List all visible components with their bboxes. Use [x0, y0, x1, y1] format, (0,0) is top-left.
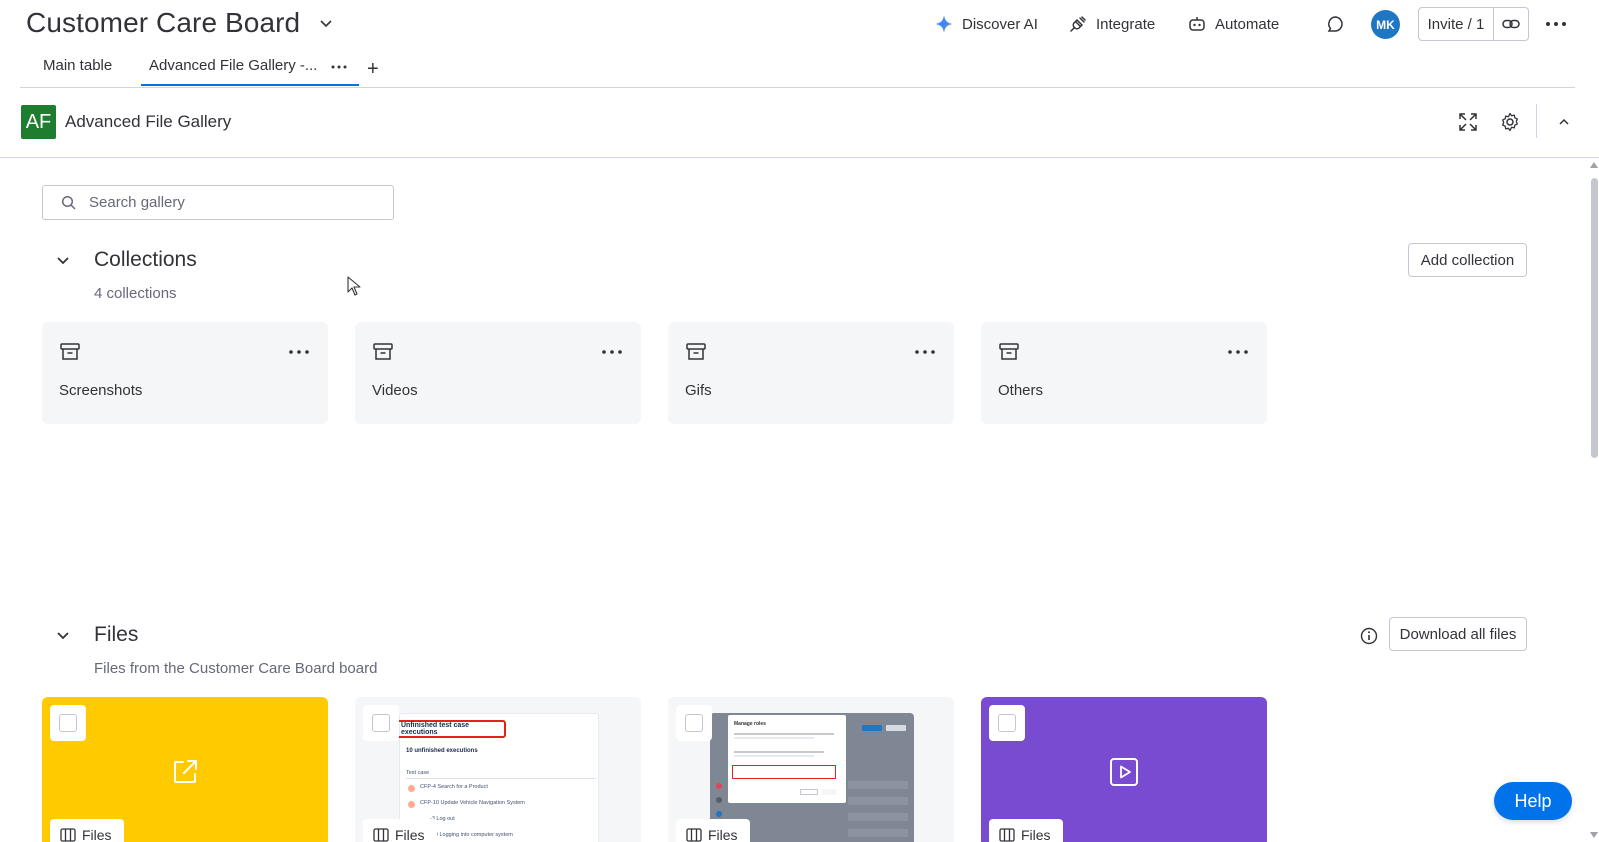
- scroll-down-arrow[interactable]: [1590, 832, 1598, 838]
- preview-column: Test case: [406, 770, 430, 776]
- integrate-button[interactable]: Integrate: [1068, 10, 1155, 38]
- archive-icon: [373, 343, 393, 360]
- preview-row: -49 Logging into computer system: [430, 832, 513, 838]
- search-icon: [61, 195, 76, 210]
- gear-icon: [1502, 112, 1518, 132]
- files-subtitle: Files from the Customer Care Board board: [94, 660, 378, 677]
- app-name: Advanced File Gallery: [65, 112, 232, 131]
- file-card-screenshot[interactable]: Unfinished test case executions 10 unfin…: [355, 697, 641, 842]
- discover-ai-label: Discover AI: [962, 15, 1038, 33]
- preview-row: CFP-4 Search for a Product: [420, 784, 488, 790]
- chevron-down-icon[interactable]: [318, 15, 334, 31]
- integrate-label: Integrate: [1096, 15, 1156, 33]
- file-badge-label: Files: [1021, 827, 1051, 842]
- collection-label: Screenshots: [59, 382, 143, 399]
- tab-main-table[interactable]: Main table: [43, 57, 112, 74]
- add-view-button[interactable]: +: [367, 58, 379, 81]
- chevron-up-icon: [1559, 118, 1569, 125]
- download-all-files-button[interactable]: Download all files: [1389, 617, 1527, 651]
- collections-collapse-icon[interactable]: [55, 252, 71, 268]
- discover-ai-button[interactable]: Discover AI: [934, 10, 1038, 38]
- file-badge: Files: [989, 819, 1063, 842]
- add-collection-button[interactable]: Add collection: [1408, 243, 1527, 277]
- file-card-link[interactable]: Files: [42, 697, 328, 842]
- board-icon: [60, 828, 76, 842]
- collection-options-icon[interactable]: [288, 348, 310, 356]
- board-icon: [999, 828, 1015, 842]
- mouse-cursor-icon: [347, 276, 361, 296]
- board-icon: [373, 828, 389, 842]
- ellipsis-icon: [1546, 22, 1566, 26]
- collapse-header-button[interactable]: [1552, 110, 1576, 134]
- files-title: Files: [94, 623, 139, 646]
- app-logo: AF: [21, 105, 56, 139]
- files-collapse-icon[interactable]: [55, 627, 71, 643]
- play-video-icon: [1110, 758, 1138, 786]
- collection-label: Videos: [372, 382, 418, 399]
- board-icon: [686, 828, 702, 842]
- external-link-icon: [174, 760, 197, 783]
- invite-group: Invite / 1: [1418, 7, 1529, 41]
- archive-icon: [60, 343, 80, 360]
- scrollbar-thumb[interactable]: [1591, 178, 1598, 458]
- top-bar: Customer Care Board Discover AI Integrat…: [0, 0, 1599, 48]
- collection-label: Others: [998, 382, 1044, 399]
- collection-options-icon[interactable]: [914, 348, 936, 356]
- collections-count: 4 collections: [94, 285, 177, 302]
- file-card-video[interactable]: Files: [981, 697, 1267, 842]
- expand-icon: [1459, 113, 1477, 131]
- avatar[interactable]: MK: [1371, 10, 1400, 39]
- file-card-screenshot[interactable]: Manage roles Files: [668, 697, 954, 842]
- app-header: AF Advanced File Gallery: [0, 88, 1599, 158]
- automate-label: Automate: [1215, 15, 1280, 33]
- collection-card-gifs[interactable]: Gifs: [668, 322, 954, 424]
- preview-row: CFP-10 Update Vehicle Navigation System: [420, 800, 525, 806]
- board-title[interactable]: Customer Care Board: [26, 7, 300, 39]
- file-checkbox[interactable]: [989, 705, 1025, 741]
- archive-icon: [686, 343, 706, 360]
- more-options-button[interactable]: [1544, 13, 1568, 35]
- chat-bubble-icon[interactable]: [1325, 14, 1345, 34]
- file-checkbox[interactable]: [676, 705, 712, 741]
- search-box: [42, 185, 394, 220]
- file-checkbox[interactable]: [363, 705, 399, 741]
- info-icon[interactable]: [1360, 627, 1378, 645]
- collection-label: Gifs: [685, 382, 712, 399]
- file-checkbox[interactable]: [50, 705, 86, 741]
- link-icon: [1502, 19, 1520, 29]
- copy-link-button[interactable]: [1494, 8, 1528, 40]
- file-badge: Files: [363, 819, 437, 842]
- collection-card-screenshots[interactable]: Screenshots: [42, 322, 328, 424]
- search-input[interactable]: [89, 194, 369, 211]
- settings-button[interactable]: [1498, 110, 1522, 134]
- automate-button[interactable]: Automate: [1187, 10, 1279, 38]
- help-button[interactable]: Help: [1494, 782, 1572, 820]
- sparkle-icon: [935, 15, 953, 33]
- preview-heading: Manage roles: [734, 721, 766, 727]
- collection-options-icon[interactable]: [601, 348, 623, 356]
- tab-advanced-file-gallery[interactable]: Advanced File Gallery -...: [149, 57, 317, 74]
- preview-heading: Unfinished test case executions: [396, 720, 506, 738]
- tab-options-icon[interactable]: [330, 60, 348, 74]
- preview-count: 10 unfinished executions: [406, 748, 478, 754]
- file-badge-label: Files: [82, 827, 112, 842]
- robot-icon: [1189, 17, 1205, 31]
- invite-button[interactable]: Invite / 1: [1419, 8, 1494, 40]
- file-badge-label: Files: [708, 827, 738, 842]
- preview-dialog: Manage roles: [728, 715, 846, 803]
- collection-card-videos[interactable]: Videos: [355, 322, 641, 424]
- file-badge-label: Files: [395, 827, 425, 842]
- scroll-up-arrow[interactable]: [1590, 162, 1598, 168]
- file-badge: Files: [50, 819, 124, 842]
- archive-icon: [999, 343, 1019, 360]
- plug-icon: [1070, 16, 1086, 32]
- collection-card-others[interactable]: Others: [981, 322, 1267, 424]
- fullscreen-button[interactable]: [1456, 110, 1480, 134]
- collections-title: Collections: [94, 248, 197, 271]
- file-badge: Files: [676, 819, 750, 842]
- collection-options-icon[interactable]: [1227, 348, 1249, 356]
- header-divider: [1536, 104, 1537, 138]
- active-tab-indicator: [141, 84, 359, 86]
